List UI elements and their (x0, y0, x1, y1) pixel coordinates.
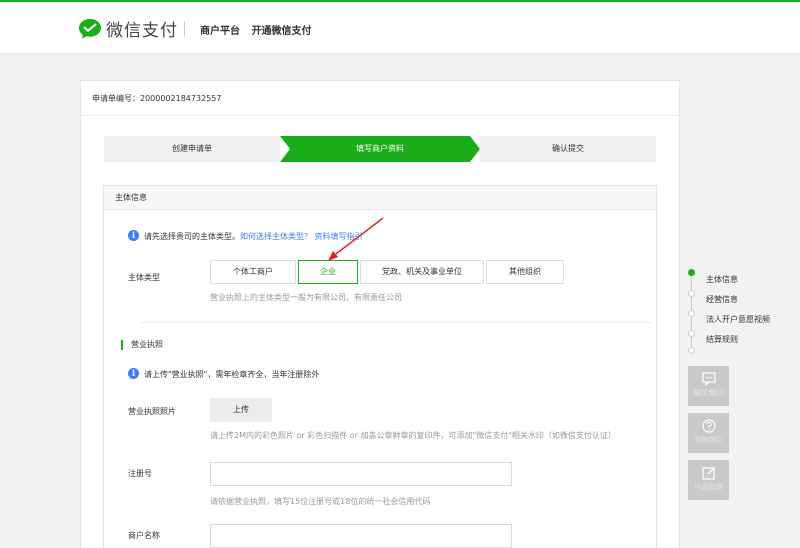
upload-button[interactable]: 上传 (210, 398, 272, 422)
side-nav-item-settlement[interactable]: 结算规则 (706, 334, 738, 345)
subject-notice: 请先选择贵司的主体类型。如何选择主体类型？ 资料填写指引 (144, 231, 363, 242)
side-nav-dot (688, 330, 695, 337)
side-nav-dot (688, 347, 695, 354)
application-number-value: 2000002184732557 (140, 94, 222, 103)
nav-item-open-wechat-pay[interactable]: 开通微信支付 (251, 26, 311, 37)
progress-steps: 创建申请单 确认提交 填写商户资料 (104, 136, 656, 162)
type-option-government[interactable]: 党政、机关及事业单位 (360, 260, 484, 284)
license-photo-label: 营业执照照片 (128, 407, 176, 416)
reg-no-input[interactable] (210, 462, 512, 486)
step-fill-info: 填写商户资料 (280, 136, 480, 162)
header-divider (184, 21, 185, 37)
subject-type-help: 营业执照上的主体类型一般为有限公司、有限责任公司 (210, 293, 402, 302)
side-nav-dot (688, 269, 695, 276)
feedback-button[interactable]: 问题反馈 (688, 460, 729, 500)
subject-type-label: 主体类型 (128, 273, 160, 282)
help-guide-button[interactable]: 帮助指引 (688, 413, 729, 453)
header-nav: 商户平台 开通微信支付 (200, 22, 311, 37)
reg-no-help: 请依据营业执照，填写15位注册号或18位的统一社会信用代码 (210, 497, 431, 506)
merchant-name-label: 商户名称 (128, 531, 160, 540)
side-nav-dot (688, 310, 695, 317)
side-navigation: 主体信息 经营信息 法人开户意愿视频 结算规则 (686, 264, 800, 354)
subject-info-section: 主体信息 i 请先选择贵司的主体类型。如何选择主体类型？ 资料填写指引 主体类型… (103, 185, 657, 548)
brand-name[interactable]: 微信支付 (106, 16, 178, 41)
merchant-name-input[interactable] (210, 524, 512, 548)
step-create: 创建申请单 (104, 136, 280, 162)
side-nav-item-business[interactable]: 经营信息 (706, 294, 738, 305)
header: 微信支付 商户平台 开通微信支付 (0, 2, 800, 54)
side-nav-item-video[interactable]: 法人开户意愿视频 (706, 314, 770, 325)
help-guide-label: 帮助指引 (694, 436, 723, 444)
application-card: 申请单编号：2000002184732557 创建申请单 确认提交 填写商户资料… (80, 80, 680, 548)
license-notice: 请上传"营业执照"，需年检章齐全，当年注册除外 (144, 370, 320, 379)
wechat-pay-logo-icon (79, 19, 101, 39)
section-divider (140, 322, 652, 323)
step-confirm: 确认提交 (480, 136, 656, 162)
info-icon: i (128, 230, 139, 241)
section-title: 主体信息 (104, 186, 656, 210)
upload-help: 请上传2M内的彩色照片 or 彩色扫描件 or 加盖公章鲜章的复印件，可添加"微… (210, 431, 616, 440)
edit-icon (701, 467, 715, 480)
subject-notice-text: 请先选择贵司的主体类型。 (144, 232, 240, 241)
feedback-label: 问题反馈 (694, 483, 723, 491)
subject-guide-link[interactable]: 如何选择主体类型？ 资料填写指引 (240, 232, 363, 241)
info-icon: i (128, 368, 139, 379)
contact-us-button[interactable]: 联系我们 (688, 366, 729, 406)
reg-no-label: 注册号 (128, 469, 152, 478)
side-nav-item-subject[interactable]: 主体信息 (706, 274, 738, 285)
side-nav-dot (688, 290, 695, 297)
contact-us-label: 联系我们 (694, 389, 723, 397)
type-option-individual[interactable]: 个体工商户 (210, 260, 296, 284)
help-icon (701, 419, 716, 433)
application-number: 申请单编号：2000002184732557 (92, 93, 221, 104)
type-option-enterprise[interactable]: 企业 (298, 260, 358, 284)
application-number-label: 申请单编号： (92, 94, 140, 103)
type-option-other[interactable]: 其他组织 (486, 260, 564, 284)
divider (81, 115, 679, 116)
nav-item-merchant-platform[interactable]: 商户平台 (200, 26, 240, 37)
license-subtitle: 营业执照 (121, 340, 163, 350)
chat-icon (701, 372, 716, 386)
